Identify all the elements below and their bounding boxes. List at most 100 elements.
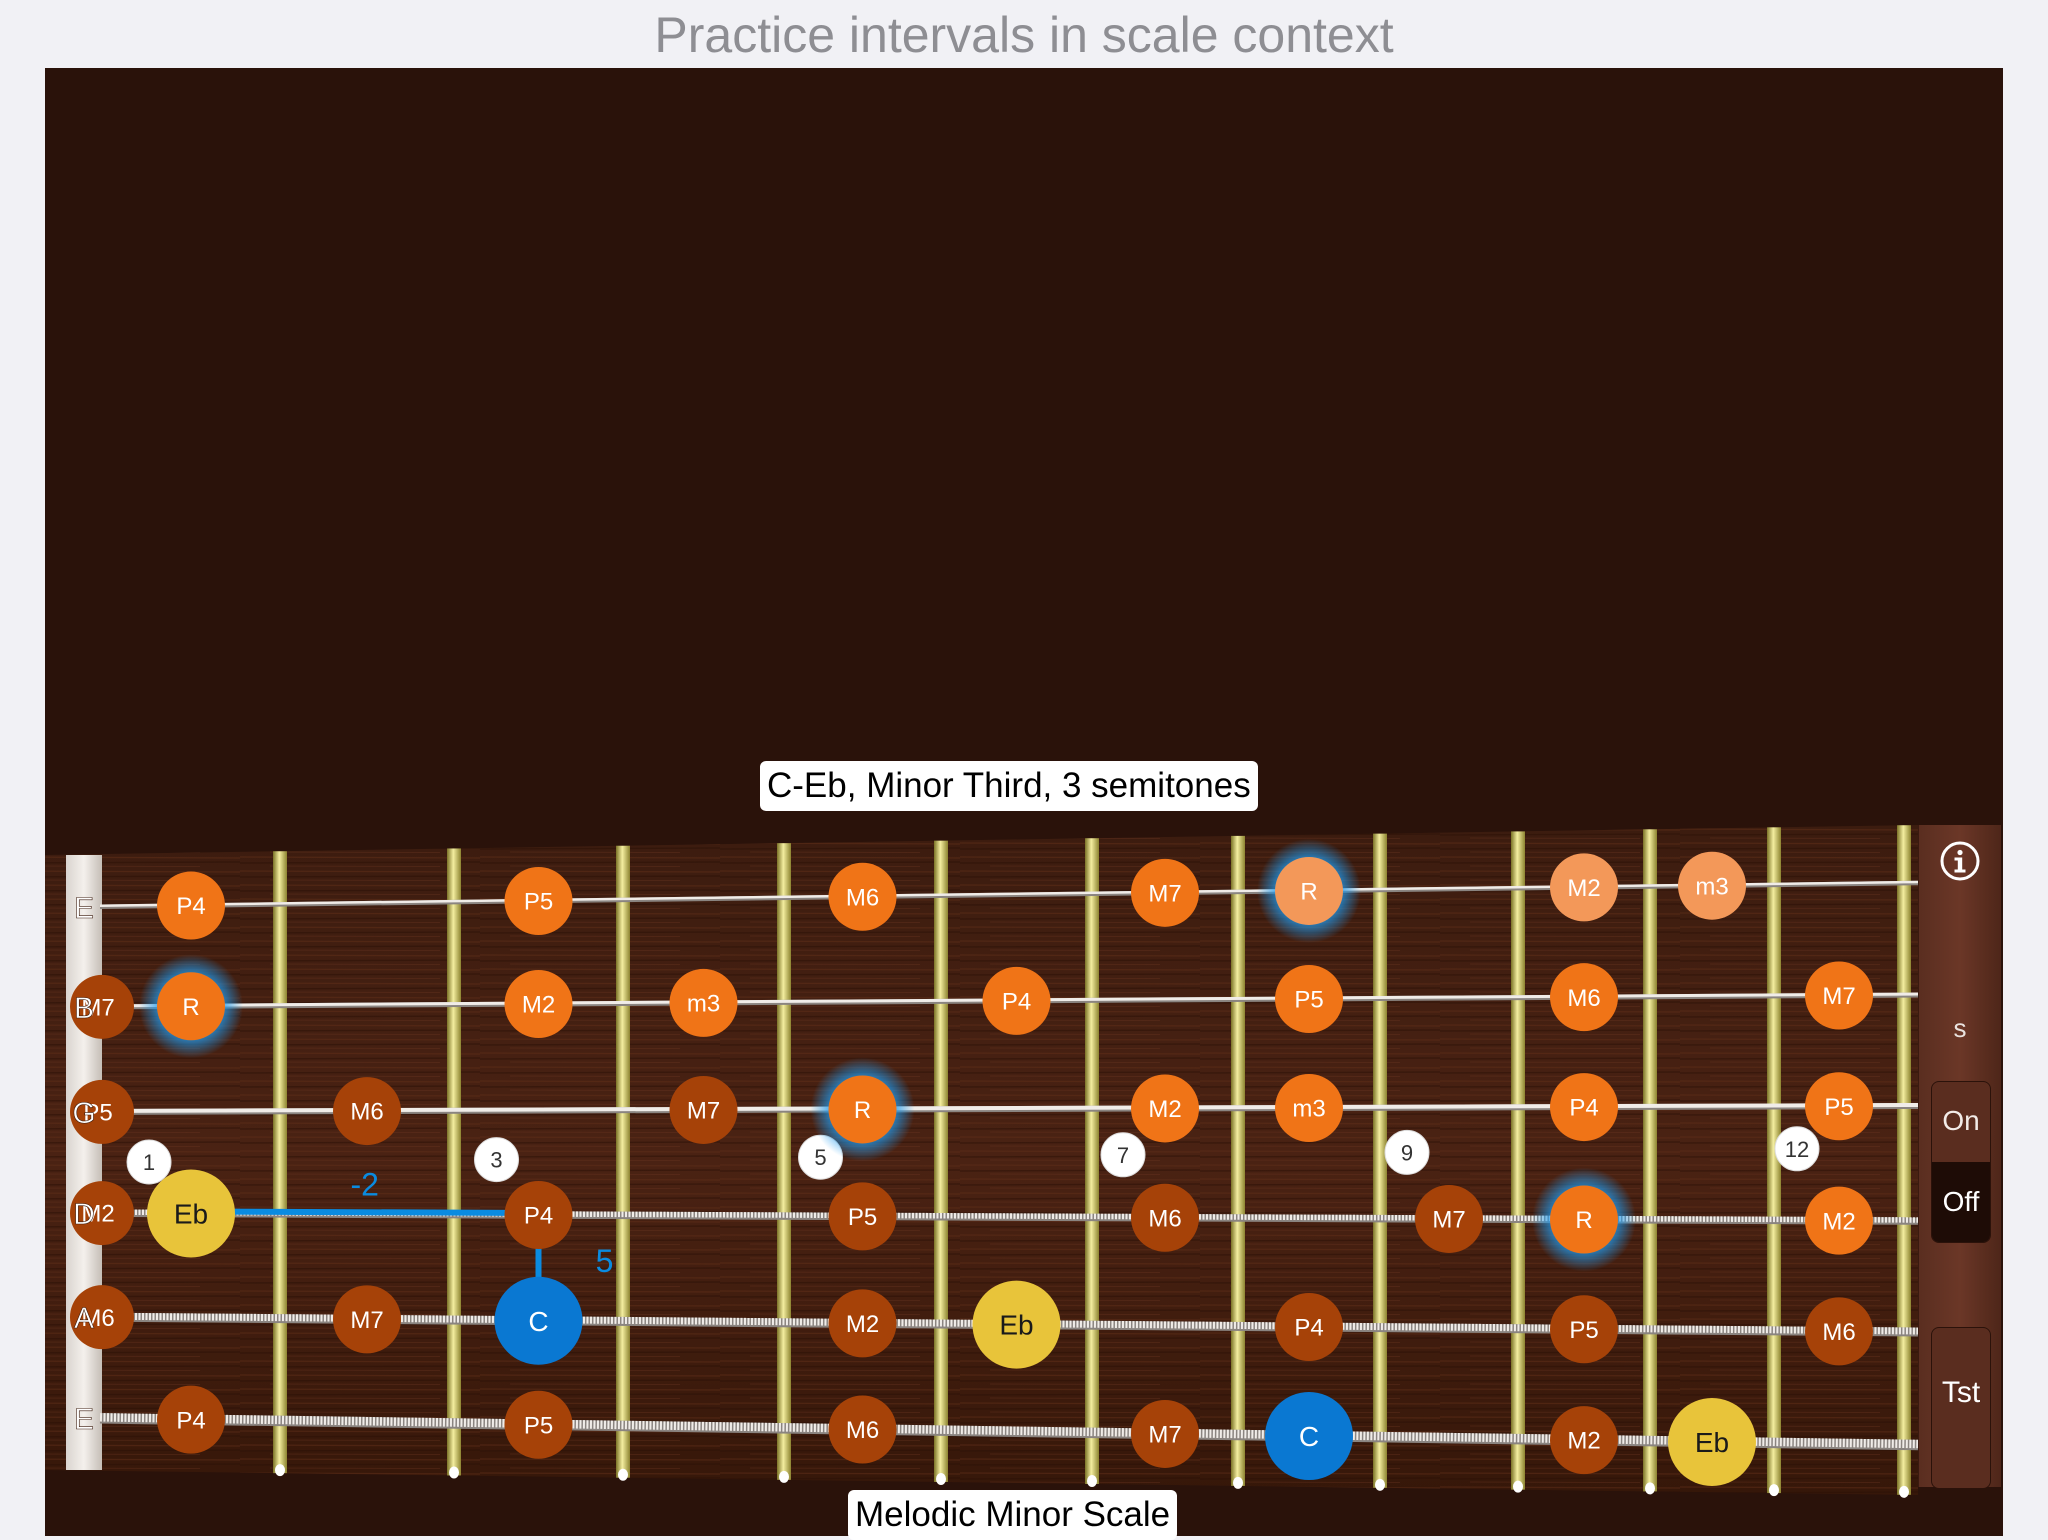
note-r[interactable]: R: [810, 1057, 915, 1162]
toggle-off-button[interactable]: Off: [1932, 1162, 1990, 1242]
note-label: M2: [1822, 1208, 1855, 1235]
note-label: M7: [350, 1307, 383, 1334]
note-p4[interactable]: P4: [157, 871, 225, 940]
note-p5[interactable]: P5: [504, 1390, 573, 1459]
fret-marker-label: 1: [143, 1150, 155, 1175]
note-m3[interactable]: m3: [669, 968, 738, 1037]
note-label: P5: [1824, 1094, 1853, 1121]
note-m2[interactable]: M2: [1805, 1186, 1873, 1255]
scale-caption: Melodic Minor Scale: [848, 1490, 1178, 1540]
note-p5[interactable]: P5: [828, 1182, 897, 1251]
note-m2[interactable]: M2: [1131, 1074, 1199, 1143]
note-label: P4: [176, 893, 205, 920]
note-m6[interactable]: M6: [333, 1077, 401, 1146]
note-label: m3: [1292, 1096, 1325, 1123]
note-label: P4: [1002, 989, 1031, 1016]
note-m6[interactable]: M6: [828, 862, 897, 931]
note-label: M6: [1822, 1319, 1855, 1346]
note-p4[interactable]: P4: [1275, 1293, 1343, 1362]
fret-wire: [273, 851, 287, 1474]
note-m6[interactable]: M6: [1550, 963, 1618, 1032]
string-name-label: B: [74, 992, 94, 1025]
fret-end: [449, 1466, 459, 1479]
note-label: M7: [687, 1098, 720, 1125]
fret-end: [275, 1464, 285, 1477]
note-m6[interactable]: M6: [828, 1395, 897, 1464]
note-label: Eb: [999, 1310, 1033, 1341]
note-eb[interactable]: Eb: [1668, 1397, 1756, 1486]
note-c[interactable]: C: [494, 1276, 583, 1365]
note-label: Eb: [174, 1199, 208, 1230]
note-eb[interactable]: Eb: [147, 1169, 235, 1258]
note-label: P5: [1569, 1317, 1598, 1344]
note-p5[interactable]: P5: [1550, 1295, 1618, 1364]
note-m2[interactable]: M2: [828, 1289, 897, 1358]
note-p5[interactable]: P5: [1805, 1072, 1873, 1141]
note-m2[interactable]: M2: [504, 970, 573, 1039]
fret-wire: [447, 848, 461, 1476]
note-label: M2: [1567, 1428, 1600, 1455]
note-label: M2: [1567, 875, 1600, 902]
fret-wire: [1085, 838, 1099, 1484]
note-label: P4: [176, 1407, 205, 1434]
info-button[interactable]: [1939, 840, 1981, 882]
note-p5[interactable]: P5: [504, 867, 573, 936]
interval-horizontal-label: -2: [351, 1166, 379, 1202]
note-r[interactable]: R: [1532, 1167, 1636, 1272]
fret-end: [1899, 1485, 1909, 1498]
string-name-label: G: [72, 1097, 95, 1130]
note-label: P5: [524, 889, 553, 916]
note-label: M7: [1148, 880, 1181, 907]
note-m3[interactable]: m3: [1678, 851, 1746, 920]
toggle-on-button[interactable]: On: [1932, 1082, 1990, 1160]
note-label: M2: [522, 992, 555, 1019]
note-label: m3: [1695, 873, 1728, 900]
test-button[interactable]: Tst: [1931, 1327, 1991, 1489]
side-panel: s On Off Tst: [1918, 825, 2001, 1489]
note-p4[interactable]: P4: [157, 1385, 225, 1454]
note-label: C: [528, 1306, 548, 1337]
fretboard-grain: [45, 825, 1918, 1495]
fret-wire: [934, 840, 948, 1482]
fret-marker-label: 12: [1785, 1137, 1809, 1162]
note-label: m3: [687, 991, 720, 1018]
s-label: s: [1953, 1013, 1967, 1043]
note-p4[interactable]: P4: [982, 966, 1051, 1035]
note-m3[interactable]: m3: [1275, 1073, 1343, 1142]
note-c[interactable]: C: [1265, 1392, 1353, 1481]
note-eb[interactable]: Eb: [972, 1280, 1061, 1369]
note-m7[interactable]: M7: [1805, 961, 1873, 1030]
on-off-toggle[interactable]: On Off: [1931, 1081, 1991, 1243]
note-m7[interactable]: M7: [1131, 858, 1199, 927]
note-m7[interactable]: M7: [669, 1075, 738, 1144]
note-label: M6: [846, 1417, 879, 1444]
note-m7[interactable]: M7: [1131, 1399, 1199, 1468]
note-m7[interactable]: M7: [1415, 1184, 1483, 1253]
fret-marker-label: 7: [1117, 1143, 1129, 1168]
string-name-label: D: [73, 1198, 95, 1231]
note-r[interactable]: R: [1257, 838, 1361, 943]
note-m7[interactable]: M7: [333, 1285, 401, 1354]
fret-end: [618, 1468, 628, 1481]
string-name-label: E: [74, 892, 94, 925]
string-name-label: A: [74, 1302, 94, 1335]
string-name-label: E: [74, 1403, 94, 1436]
note-m2[interactable]: M2: [1550, 1406, 1618, 1475]
fret-end: [1645, 1482, 1655, 1495]
fret-wire: [1897, 825, 1911, 1495]
note-m6[interactable]: M6: [1131, 1183, 1199, 1252]
note-label: R: [1575, 1207, 1592, 1234]
note-label: P4: [1569, 1095, 1598, 1122]
note-p4[interactable]: P4: [504, 1180, 573, 1249]
note-m6[interactable]: M6: [1805, 1297, 1873, 1366]
interval-vertical-label: 5: [596, 1243, 614, 1279]
note-m2[interactable]: M2: [1550, 853, 1618, 922]
note-label: M6: [1148, 1205, 1181, 1232]
info-icon: [1940, 841, 1980, 881]
note-p5[interactable]: P5: [1275, 964, 1343, 1033]
note-r[interactable]: R: [139, 954, 243, 1059]
fret-marker-label: 9: [1401, 1140, 1413, 1165]
fret-end: [1233, 1476, 1243, 1489]
note-label: M6: [350, 1099, 383, 1126]
note-p4[interactable]: P4: [1550, 1073, 1618, 1142]
